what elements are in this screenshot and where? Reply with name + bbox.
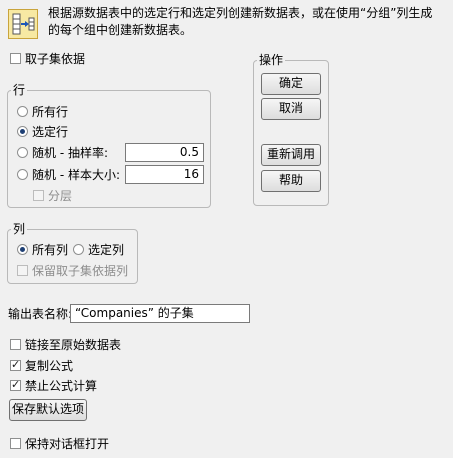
recall-button[interactable]: 重新调用 xyxy=(261,144,321,166)
link-to-original-label: 链接至原始数据表 xyxy=(25,338,122,352)
sampling-rate-field[interactable]: 0.5 xyxy=(125,143,204,162)
random-sample-size-option[interactable]: 随机 - 样本大小: xyxy=(17,168,120,182)
keep-by-columns-option[interactable]: 保留取子集依据列 xyxy=(17,264,128,278)
all-rows-radio[interactable] xyxy=(17,106,28,117)
link-to-original-checkbox[interactable] xyxy=(10,339,21,350)
all-rows-label: 所有行 xyxy=(32,105,69,119)
rows-group-title: 行 xyxy=(11,83,28,97)
copy-formula-option[interactable]: 复制公式 xyxy=(10,358,74,373)
suppress-formula-eval-option[interactable]: 禁止公式计算 xyxy=(10,378,98,393)
take-subset-by-checkbox-row[interactable]: 取子集依据 xyxy=(10,52,85,66)
help-button[interactable]: 帮助 xyxy=(261,170,321,192)
keep-dialog-open-label: 保持对话框打开 xyxy=(25,437,110,451)
stratify-label: 分层 xyxy=(48,189,73,203)
take-subset-by-label: 取子集依据 xyxy=(25,52,86,66)
random-sample-size-radio[interactable] xyxy=(17,169,28,180)
link-to-original-option[interactable]: 链接至原始数据表 xyxy=(10,338,121,352)
output-table-name-field[interactable]: “Companies” 的子集 xyxy=(70,304,250,323)
copy-formula-checkbox[interactable] xyxy=(10,358,21,372)
take-subset-by-checkbox[interactable] xyxy=(10,53,21,64)
output-table-label: 输出表名称: xyxy=(8,307,73,321)
stratify-checkbox[interactable] xyxy=(33,190,44,201)
all-columns-label: 所有列 xyxy=(32,243,69,257)
description-line-2: 的每个组中创建新数据表。 xyxy=(48,23,193,37)
all-columns-option[interactable]: 所有列 xyxy=(17,243,68,257)
description-line-1: 根据源数据表中的选定行和选定列创建新数据表，或在使用“分组”列生成 xyxy=(48,6,433,20)
keep-by-columns-label: 保留取子集依据列 xyxy=(32,264,129,278)
ok-button[interactable]: 确定 xyxy=(261,73,321,95)
save-defaults-button[interactable]: 保存默认选项 xyxy=(9,399,87,421)
columns-group-title: 列 xyxy=(11,222,28,236)
selected-rows-option[interactable]: 选定行 xyxy=(17,125,68,139)
selected-rows-label: 选定行 xyxy=(32,125,69,139)
selected-columns-option[interactable]: 选定列 xyxy=(73,243,124,257)
selected-columns-label: 选定列 xyxy=(88,243,125,257)
keep-dialog-open-option[interactable]: 保持对话框打开 xyxy=(10,437,109,451)
keep-dialog-open-checkbox[interactable] xyxy=(10,438,21,449)
random-sampling-rate-label: 随机 - 抽样率: xyxy=(32,146,109,160)
actions-group-title: 操作 xyxy=(257,53,286,67)
suppress-formula-eval-checkbox[interactable] xyxy=(10,378,21,392)
copy-formula-label: 复制公式 xyxy=(25,359,74,373)
subset-table-icon xyxy=(8,9,38,39)
random-sampling-rate-option[interactable]: 随机 - 抽样率: xyxy=(17,146,108,160)
selected-rows-radio[interactable] xyxy=(17,126,28,137)
selected-columns-radio[interactable] xyxy=(73,244,84,255)
random-sampling-rate-radio[interactable] xyxy=(17,147,28,158)
cancel-button[interactable]: 取消 xyxy=(261,98,321,120)
all-columns-radio[interactable] xyxy=(17,244,28,255)
all-rows-option[interactable]: 所有行 xyxy=(17,105,68,119)
stratify-option[interactable]: 分层 xyxy=(33,189,72,203)
suppress-formula-eval-label: 禁止公式计算 xyxy=(25,379,98,393)
dialog-description: 根据源数据表中的选定行和选定列创建新数据表，或在使用“分组”列生成 的每个组中创… xyxy=(48,5,448,39)
sample-size-field[interactable]: 16 xyxy=(125,165,204,184)
random-sample-size-label: 随机 - 样本大小: xyxy=(32,168,121,182)
keep-by-columns-checkbox[interactable] xyxy=(17,265,28,276)
